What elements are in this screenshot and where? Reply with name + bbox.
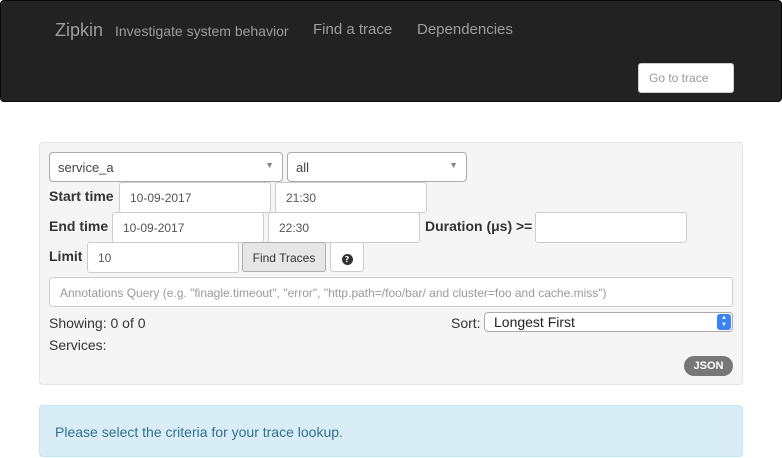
alert-message: Please select the criteria for your trac… bbox=[55, 424, 343, 440]
info-alert: Please select the criteria for your trac… bbox=[39, 405, 743, 457]
duration-label: Duration (μs) >= bbox=[425, 218, 533, 234]
help-button[interactable]: ? bbox=[330, 242, 364, 272]
duration-input[interactable] bbox=[535, 212, 687, 243]
sort-select-value: Longest First bbox=[494, 314, 575, 330]
nav-find-trace[interactable]: Find a trace bbox=[313, 21, 392, 38]
top-navbar: Zipkin Investigate system behavior Find … bbox=[0, 0, 782, 102]
brand-logo[interactable]: Zipkin bbox=[55, 20, 103, 41]
chevron-down-icon: ▼ bbox=[265, 160, 274, 170]
end-time-label: End time bbox=[49, 218, 109, 234]
question-circle-icon: ? bbox=[341, 254, 353, 265]
start-time-label: Start time bbox=[49, 188, 114, 204]
find-traces-button[interactable]: Find Traces bbox=[242, 242, 326, 272]
span-select-value: all bbox=[296, 160, 310, 175]
end-date-input[interactable]: 10-09-2017 bbox=[112, 212, 264, 243]
go-to-trace-input[interactable]: Go to trace bbox=[638, 63, 734, 93]
brand-tagline: Investigate system behavior bbox=[115, 23, 289, 39]
nav-dependencies[interactable]: Dependencies bbox=[417, 21, 513, 38]
span-select[interactable]: all ▼ bbox=[287, 152, 467, 182]
service-select-value: service_a bbox=[58, 160, 114, 175]
chevron-down-icon: ▼ bbox=[449, 160, 458, 170]
service-select[interactable]: service_a ▼ bbox=[49, 152, 283, 182]
sort-label: Sort: bbox=[451, 315, 481, 331]
annotations-query-input[interactable]: Annotations Query (e.g. "finagle.timeout… bbox=[49, 277, 733, 307]
showing-count: Showing: 0 of 0 bbox=[49, 315, 146, 331]
start-time-input[interactable]: 21:30 bbox=[275, 182, 427, 213]
services-label: Services: bbox=[49, 337, 107, 353]
json-button[interactable]: JSON bbox=[684, 356, 733, 376]
sort-select[interactable]: Longest First ▲ ▼ bbox=[484, 312, 733, 332]
up-down-arrows-icon: ▲ ▼ bbox=[717, 314, 731, 330]
end-time-input[interactable]: 22:30 bbox=[268, 212, 420, 243]
start-date-input[interactable]: 10-09-2017 bbox=[119, 182, 271, 213]
limit-label: Limit bbox=[49, 248, 83, 264]
limit-input[interactable]: 10 bbox=[87, 242, 239, 273]
